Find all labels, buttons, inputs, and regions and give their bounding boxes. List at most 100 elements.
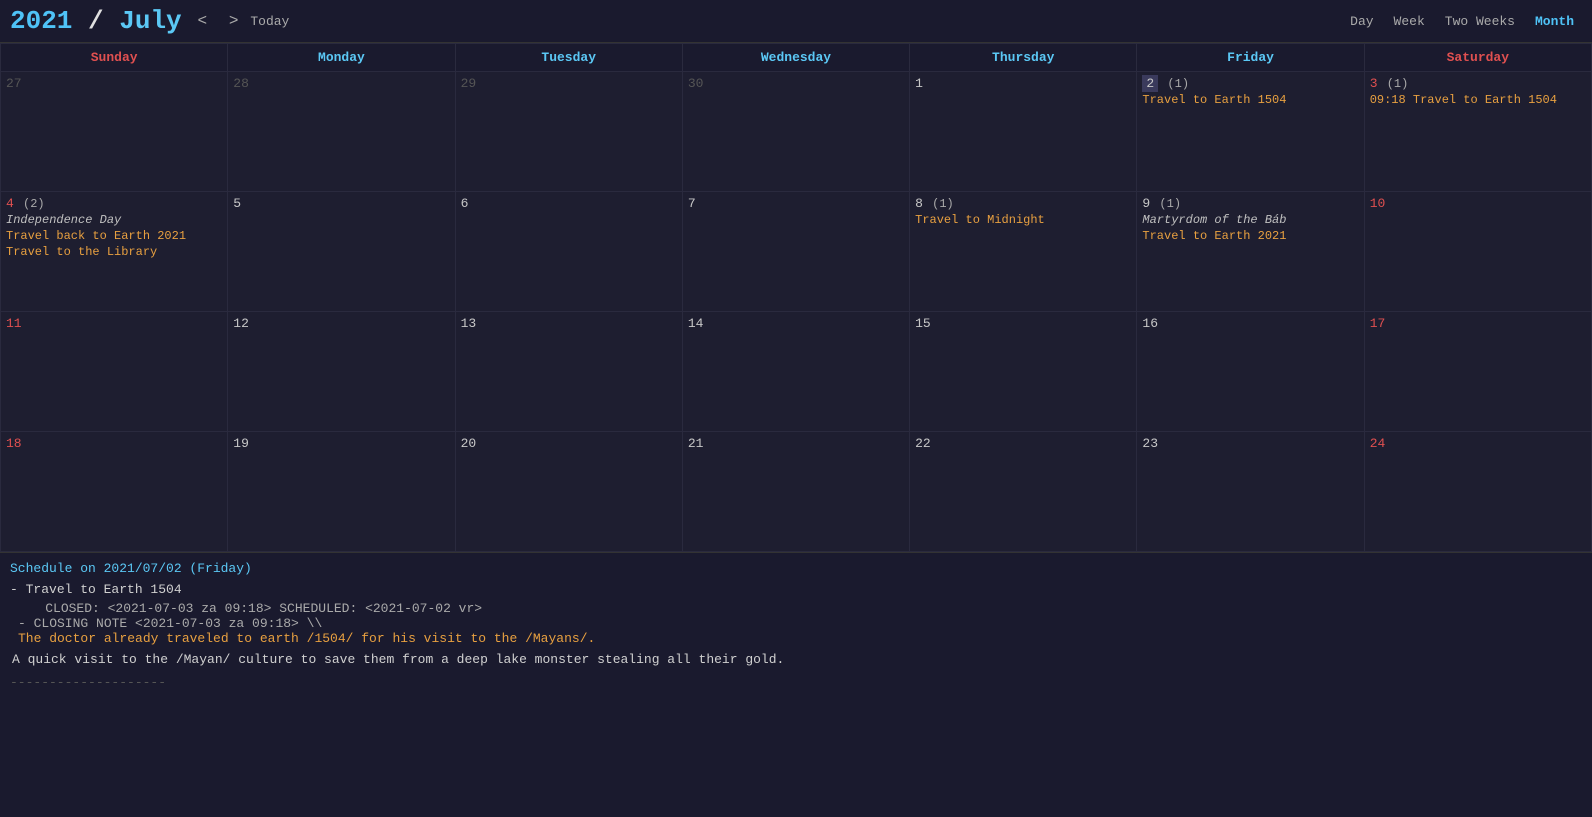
view-two-weeks-button[interactable]: Two Weeks [1437,12,1523,31]
calendar-grid: Sunday Monday Tuesday Wednesday Thursday… [0,43,1592,552]
calendar-day-14[interactable]: 14 [682,312,909,432]
day-extra-4: (2) [16,197,45,211]
event-4-2[interactable]: Travel to the Library [6,245,222,259]
day-extra-8: (1) [925,197,954,211]
calendar-week-0: 27 28 29 30 1 2 (1)Travel to Earth 1504 3 (1) 0… [1,72,1592,192]
calendar-day-27[interactable]: 27 [1,72,228,192]
calendar-day-16[interactable]: 16 [1137,312,1364,432]
header-monday: Monday [228,44,455,72]
event-2-0[interactable]: Travel to Earth 1504 [1142,93,1358,107]
day-number-29: 29 [461,76,477,91]
day-number-2: 2 [1142,75,1158,92]
schedule-item-1: - Travel to Earth 1504 [10,582,1582,597]
schedule-item-prefix: - [10,582,26,597]
calendar-day-23[interactable]: 23 [1137,432,1364,552]
day-number-4: 4 [6,196,14,211]
calendar-week-2: 11 12 13 14 15 16 17 [1,312,1592,432]
event-8-0[interactable]: Travel to Midnight [915,213,1131,227]
day-number-8: 8 [915,196,923,211]
calendar-day-6[interactable]: 6 [455,192,682,312]
today-button[interactable]: Today [250,14,289,29]
day-number-21: 21 [688,436,704,451]
day-number-14: 14 [688,316,704,331]
day-number-7: 7 [688,196,696,211]
calendar-day-21[interactable]: 21 [682,432,909,552]
calendar-day-11[interactable]: 11 [1,312,228,432]
event-9-1[interactable]: Travel to Earth 2021 [1142,229,1358,243]
day-number-24: 24 [1370,436,1386,451]
calendar-day-4[interactable]: 4 (2) Independence Day Travel back to Eart… [1,192,228,312]
day-number-6: 6 [461,196,469,211]
day-extra-3: (1) [1380,77,1409,91]
day-number-23: 23 [1142,436,1158,451]
day-number-22: 22 [915,436,931,451]
calendar-day-17[interactable]: 17 [1364,312,1591,432]
calendar-day-12[interactable]: 12 [228,312,455,432]
calendar-day-10[interactable]: 10 [1364,192,1591,312]
day-number-27: 27 [6,76,22,91]
day-number-9: 9 [1142,196,1150,211]
day-number-1: 1 [915,76,923,91]
calendar-day-8[interactable]: 8 (1) Travel to Midnight [910,192,1137,312]
days-header-row: Sunday Monday Tuesday Wednesday Thursday… [1,44,1592,72]
schedule-closing-note-label: - CLOSING NOTE <2021-07-03 za 09:18> \\ [18,616,1582,631]
separator: / [72,6,119,36]
next-button[interactable]: > [223,10,244,32]
event-4-1[interactable]: Travel back to Earth 2021 [6,229,222,243]
day-number-15: 15 [915,316,931,331]
calendar-day-7[interactable]: 7 [682,192,909,312]
schedule-closed-text [14,601,45,616]
prev-button[interactable]: < [192,10,213,32]
event-3-0[interactable]: 09:18 Travel to Earth 1504 [1370,93,1586,107]
calendar-day-13[interactable]: 13 [455,312,682,432]
calendar-title: 2021 / July [10,6,182,36]
schedule-separator: -------------------- [10,675,1582,690]
calendar-day-5[interactable]: 5 [228,192,455,312]
calendar-week-3: 18 19 20 21 22 23 24 [1,432,1592,552]
schedule-item-name: Travel to Earth 1504 [26,582,182,597]
event-4-0[interactable]: Independence Day [6,213,222,227]
month-label: July [119,6,181,36]
day-number-12: 12 [233,316,249,331]
header-sunday: Sunday [1,44,228,72]
calendar-day-19[interactable]: 19 [228,432,455,552]
calendar-day-24[interactable]: 24 [1364,432,1591,552]
day-number-18: 18 [6,436,22,451]
year-label: 2021 [10,6,72,36]
day-number-10: 10 [1370,196,1386,211]
calendar-header: 2021 / July < > Today Day Week Two Weeks… [0,0,1592,43]
view-day-button[interactable]: Day [1342,12,1381,31]
header-wednesday: Wednesday [682,44,909,72]
day-number-19: 19 [233,436,249,451]
day-number-28: 28 [233,76,249,91]
view-week-button[interactable]: Week [1386,12,1433,31]
day-number-17: 17 [1370,316,1386,331]
calendar-day-29[interactable]: 29 [455,72,682,192]
calendar-day-15[interactable]: 15 [910,312,1137,432]
schedule-note-text: The doctor already traveled to earth /15… [18,631,1582,646]
header-saturday: Saturday [1364,44,1591,72]
day-extra-9: (1) [1152,197,1181,211]
calendar-day-30[interactable]: 30 [682,72,909,192]
calendar-day-9[interactable]: 9 (1) Martyrdom of the Báb Travel to Earth… [1137,192,1364,312]
view-month-button[interactable]: Month [1527,12,1582,31]
view-switcher: Day Week Two Weeks Month [1342,12,1582,31]
day-number-5: 5 [233,196,241,211]
calendar-day-20[interactable]: 20 [455,432,682,552]
schedule-description: A quick visit to the /Mayan/ culture to … [12,652,1582,667]
schedule-panel: Schedule on 2021/07/02 (Friday) - Travel… [0,552,1592,698]
day-number-30: 30 [688,76,704,91]
calendar-day-28[interactable]: 28 [228,72,455,192]
day-number-13: 13 [461,316,477,331]
day-number-20: 20 [461,436,477,451]
calendar-day-3[interactable]: 3 (1) 09:18 Travel to Earth 1504 [1364,72,1591,192]
calendar-day-22[interactable]: 22 [910,432,1137,552]
event-9-0[interactable]: Martyrdom of the Báb [1142,213,1358,227]
calendar-week-1: 4 (2) Independence Day Travel back to Eart… [1,192,1592,312]
calendar-day-1[interactable]: 1 [910,72,1137,192]
day-number-3: 3 [1370,76,1378,91]
schedule-title: Schedule on 2021/07/02 (Friday) [10,561,1582,576]
calendar-day-18[interactable]: 18 [1,432,228,552]
calendar-day-2[interactable]: 2 (1)Travel to Earth 1504 [1137,72,1364,192]
header-tuesday: Tuesday [455,44,682,72]
